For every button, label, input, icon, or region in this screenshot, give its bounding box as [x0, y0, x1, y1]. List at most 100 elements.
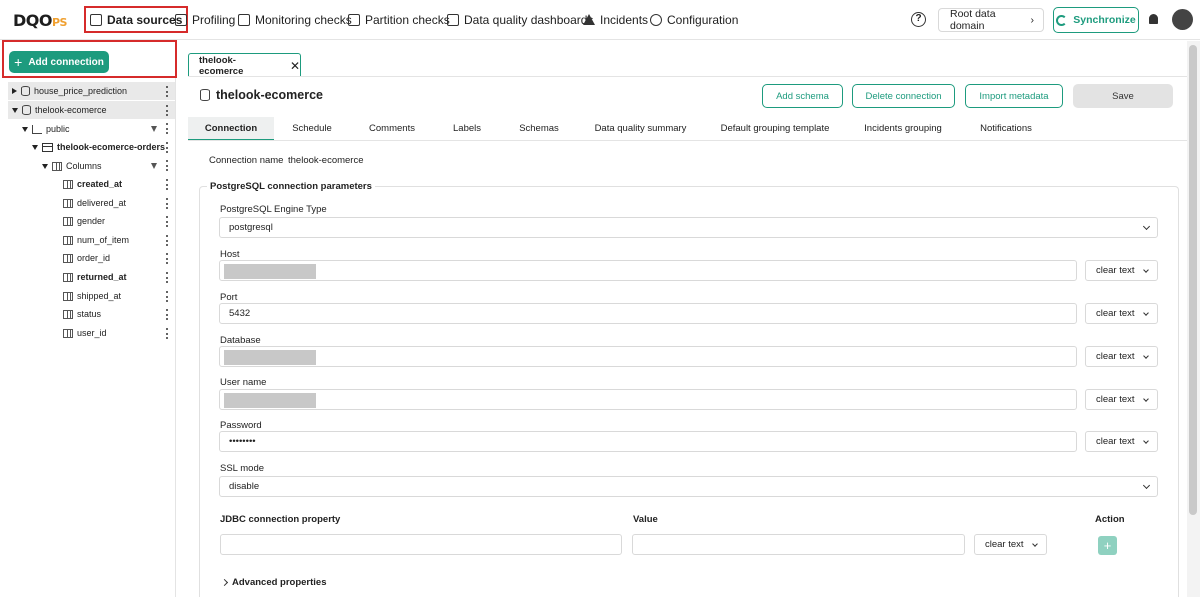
help-icon[interactable]: ?	[911, 12, 926, 27]
kebab-menu-icon[interactable]	[166, 198, 169, 209]
refresh-icon	[1056, 14, 1068, 26]
save-button[interactable]: Save	[1073, 84, 1173, 108]
tree-item-columns[interactable]: Columns	[42, 157, 102, 175]
tree-item-column[interactable]: gender	[63, 212, 105, 230]
column-icon	[63, 309, 73, 319]
filter-icon[interactable]	[151, 126, 157, 132]
tree-item-column[interactable]: num_of_item	[63, 231, 129, 249]
tab-incidents-grouping[interactable]: Incidents grouping	[857, 117, 949, 140]
tree-item-house-price-prediction[interactable]: house_price_prediction	[8, 82, 175, 100]
tree-item-table[interactable]: thelook-ecomerce-orders	[32, 138, 165, 156]
tree-item-column[interactable]: user_id	[63, 324, 107, 342]
tree-item-column[interactable]: order_id	[63, 249, 110, 267]
nav-data-sources[interactable]: Data sources	[84, 6, 189, 33]
column-icon	[63, 198, 73, 208]
profiling-icon	[175, 13, 187, 26]
chevron-down-icon	[1143, 310, 1149, 316]
column-icon	[63, 235, 73, 245]
tree-item-column[interactable]: delivered_at	[63, 194, 126, 212]
nav-monitoring-checks[interactable]: Monitoring checks	[238, 6, 352, 33]
chevron-right-icon	[220, 578, 229, 587]
kebab-menu-icon[interactable]	[166, 142, 169, 153]
collapse-icon[interactable]	[32, 144, 38, 150]
tree-item-column[interactable]: created_at	[63, 175, 122, 193]
kebab-menu-icon[interactable]	[166, 216, 169, 227]
kebab-menu-icon[interactable]	[166, 235, 169, 246]
delete-connection-button[interactable]: Delete connection	[852, 84, 955, 108]
chevron-down-icon	[1142, 481, 1151, 490]
import-metadata-button[interactable]: Import metadata	[965, 84, 1063, 108]
password-clear-text-select[interactable]: clear text	[1085, 431, 1158, 452]
jdbc-value-input[interactable]	[632, 534, 965, 555]
engine-type-label: PostgreSQL Engine Type	[220, 204, 327, 215]
columns-icon	[52, 161, 62, 171]
port-label: Port	[220, 292, 238, 303]
chevron-down-icon	[1143, 267, 1149, 273]
avatar[interactable]	[1172, 9, 1193, 30]
filter-icon[interactable]	[151, 163, 157, 169]
root-domain-selector[interactable]: Root data domain ›	[938, 8, 1044, 32]
tab-labels[interactable]: Labels	[440, 117, 494, 140]
collapse-icon[interactable]	[12, 107, 18, 113]
tree-item-column[interactable]: shipped_at	[63, 287, 121, 305]
kebab-menu-icon[interactable]	[166, 272, 169, 283]
kebab-menu-icon[interactable]	[166, 309, 169, 320]
connection-name-label: Connection name	[209, 155, 284, 166]
nav-partition-checks[interactable]: Partition checks	[348, 6, 450, 33]
username-clear-text-select[interactable]: clear text	[1085, 389, 1158, 410]
password-input[interactable]: ••••••••	[219, 431, 1077, 452]
tab-connection[interactable]: Connection	[188, 117, 274, 140]
kebab-menu-icon[interactable]	[166, 291, 169, 302]
database-icon	[22, 105, 31, 115]
divider	[188, 76, 1187, 77]
jdbc-property-input[interactable]	[220, 534, 622, 555]
database-clear-text-select[interactable]: clear text	[1085, 346, 1158, 367]
tab-comments[interactable]: Comments	[360, 117, 424, 140]
expand-icon[interactable]	[12, 88, 17, 94]
nav-data-quality-dashboards[interactable]: Data quality dashboards	[447, 6, 593, 33]
kebab-menu-icon[interactable]	[166, 179, 169, 190]
tab-schedule[interactable]: Schedule	[280, 117, 344, 140]
tab-schemas[interactable]: Schemas	[510, 117, 568, 140]
database-input[interactable]	[219, 346, 1077, 367]
nav-profiling[interactable]: Profiling	[175, 6, 235, 33]
nav-configuration[interactable]: Configuration	[650, 6, 738, 33]
tree-item-thelook-ecomerce[interactable]: thelook-ecomerce	[8, 101, 175, 119]
port-clear-text-select[interactable]: clear text	[1085, 303, 1158, 324]
monitoring-icon	[238, 13, 250, 26]
advanced-properties-toggle[interactable]: Advanced properties	[220, 577, 327, 588]
column-icon	[63, 328, 73, 338]
tab-notifications[interactable]: Notifications	[969, 117, 1043, 140]
kebab-menu-icon[interactable]	[166, 328, 169, 339]
add-property-button[interactable]: +	[1098, 536, 1117, 555]
kebab-menu-icon[interactable]	[166, 160, 169, 171]
dqops-logo[interactable]: DQOPS	[13, 11, 67, 30]
close-icon[interactable]: ✕	[290, 59, 300, 73]
ssl-mode-select[interactable]: disable	[219, 476, 1158, 497]
host-input[interactable]	[219, 260, 1077, 281]
open-connection-tab[interactable]: thelook-ecomerce ✕	[188, 53, 301, 77]
scrollbar-thumb[interactable]	[1189, 45, 1197, 515]
jdbc-clear-text-select[interactable]: clear text	[974, 534, 1047, 555]
tree-item-schema-public[interactable]: public	[22, 120, 70, 138]
collapse-icon[interactable]	[42, 163, 48, 169]
collapse-icon[interactable]	[22, 126, 28, 132]
column-icon	[63, 272, 73, 282]
column-icon	[63, 179, 73, 189]
synchronize-button[interactable]: Synchronize	[1053, 7, 1139, 33]
port-input[interactable]: 5432	[219, 303, 1077, 324]
kebab-menu-icon[interactable]	[166, 105, 169, 116]
kebab-menu-icon[interactable]	[166, 86, 169, 97]
tree-item-column[interactable]: returned_at	[63, 268, 127, 286]
tree-item-column[interactable]: status	[63, 305, 101, 323]
tab-default-grouping-template[interactable]: Default grouping template	[713, 117, 837, 140]
engine-type-select[interactable]: postgresql	[219, 217, 1158, 238]
bell-icon[interactable]	[1149, 14, 1158, 24]
kebab-menu-icon[interactable]	[166, 253, 169, 264]
username-input[interactable]	[219, 389, 1077, 410]
tab-data-quality-summary[interactable]: Data quality summary	[588, 117, 693, 140]
nav-incidents[interactable]: Incidents	[583, 6, 648, 33]
kebab-menu-icon[interactable]	[166, 123, 169, 134]
host-clear-text-select[interactable]: clear text	[1085, 260, 1158, 281]
add-schema-button[interactable]: Add schema	[762, 84, 843, 108]
